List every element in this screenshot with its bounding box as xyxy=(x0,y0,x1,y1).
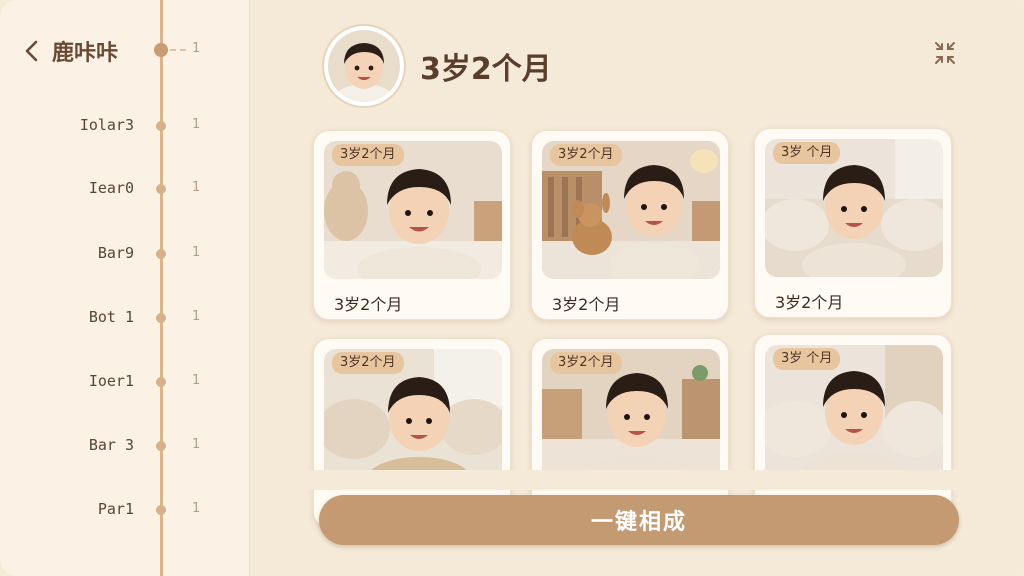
timeline-count: 1 xyxy=(192,309,201,324)
timeline-count: 1 xyxy=(192,41,201,56)
timeline-dot xyxy=(156,505,166,515)
timeline-label: Bar9 xyxy=(97,244,134,262)
timeline-dot xyxy=(154,43,168,57)
timeline-item[interactable]: Ioer1 1 xyxy=(0,370,250,394)
photo-caption: 3岁2个月 xyxy=(552,295,621,314)
timeline-label: Par1 xyxy=(97,500,134,518)
timeline-label: Iear0 xyxy=(88,179,134,197)
timeline-label: Bar 3 xyxy=(88,436,134,454)
timeline-item[interactable]: Par1 1 xyxy=(0,498,250,522)
age-badge: 3岁 个月 xyxy=(773,142,841,164)
age-badge: 3岁 个月 xyxy=(773,348,841,370)
baby-photo: 3岁2个月 xyxy=(542,141,720,279)
timeline-count: 1 xyxy=(192,373,201,388)
avatar-image xyxy=(328,30,400,102)
timeline-item[interactable]: Bar 3 1 xyxy=(0,434,250,458)
timeline-item[interactable]: Bot 1 1 xyxy=(0,306,250,330)
app-window: 鹿咔咔 1 Iolar3 1 Iear0 1 Bar9 1 Bot 1 1 Io… xyxy=(0,0,1024,576)
sidebar: 鹿咔咔 1 Iolar3 1 Iear0 1 Bar9 1 Bot 1 1 Io… xyxy=(0,0,250,576)
timeline-dot xyxy=(156,377,166,387)
age-badge: 3岁2个月 xyxy=(332,144,404,166)
baby-photo: 3岁2个月 xyxy=(542,349,720,487)
photo-card[interactable]: 3岁 个月 3岁2个月 xyxy=(754,128,952,318)
timeline-dot xyxy=(156,441,166,451)
profile-avatar[interactable] xyxy=(322,24,406,108)
collapse-arrows-icon xyxy=(928,42,962,72)
timeline-count: 1 xyxy=(192,245,201,260)
baby-photo: 3岁 个月 xyxy=(765,139,943,277)
timeline-dot xyxy=(156,121,166,131)
timeline-label: Bot 1 xyxy=(88,308,134,326)
timeline-dot xyxy=(156,184,166,194)
cta-label: 一键相成 xyxy=(590,510,687,535)
timeline-line xyxy=(160,0,163,576)
baby-photo: 3岁2个月 xyxy=(324,141,502,279)
page-title: 3岁2个月 xyxy=(420,52,552,87)
timeline-dot xyxy=(156,249,166,259)
timeline-count: 1 xyxy=(192,501,201,516)
timeline-count: 1 xyxy=(192,437,201,452)
one-click-compose-button[interactable]: 一键相成 xyxy=(319,495,959,545)
grid-fade xyxy=(300,470,1000,490)
photo-caption: 3岁2个月 xyxy=(334,295,403,314)
baby-photo: 3岁 个月 xyxy=(765,345,943,483)
timeline-label: Ioer1 xyxy=(88,372,134,390)
photo-card[interactable]: 3岁2个月 3岁2个月 xyxy=(531,130,729,320)
timeline-item[interactable]: Bar9 1 xyxy=(0,242,250,266)
timeline-item[interactable]: Iolar3 1 xyxy=(0,114,250,138)
age-badge: 3岁2个月 xyxy=(550,352,622,374)
photo-caption: 3岁2个月 xyxy=(775,293,844,312)
timeline-count: 1 xyxy=(192,117,201,132)
collapse-button[interactable] xyxy=(928,38,962,68)
timeline-item[interactable]: Iear0 1 xyxy=(0,177,250,201)
baby-photo: 3岁2个月 xyxy=(324,349,502,487)
timeline-label: Iolar3 xyxy=(79,116,134,134)
photo-card[interactable]: 3岁2个月 3岁2个月 xyxy=(313,130,511,320)
timeline-item[interactable]: 1 xyxy=(0,38,250,62)
timeline-connector xyxy=(170,49,186,51)
timeline-dot xyxy=(156,313,166,323)
age-badge: 3岁2个月 xyxy=(332,352,404,374)
timeline-count: 1 xyxy=(192,180,201,195)
age-badge: 3岁2个月 xyxy=(550,144,622,166)
